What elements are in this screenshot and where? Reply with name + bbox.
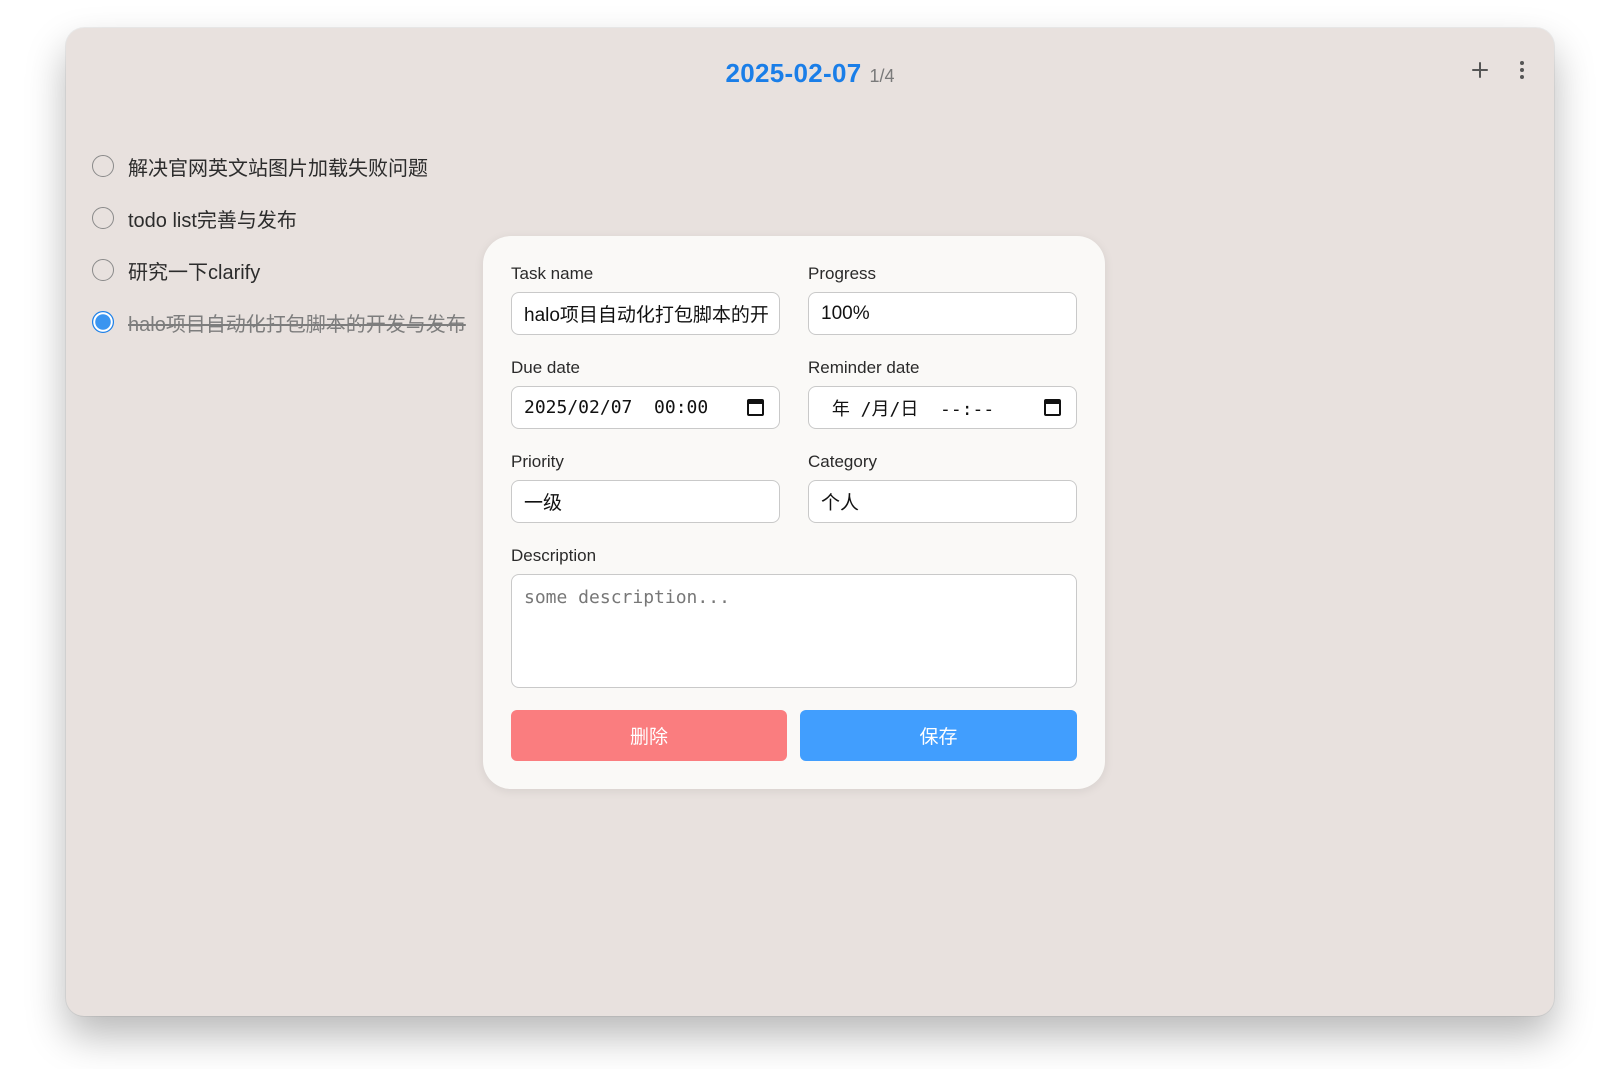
- task-checkbox-checked[interactable]: [92, 311, 114, 333]
- due-date-label: Due date: [511, 358, 580, 377]
- task-label[interactable]: 解决官网英文站图片加载失败问题: [128, 152, 428, 181]
- task-item[interactable]: 解决官网英文站图片加载失败问题: [92, 140, 466, 192]
- current-date[interactable]: 2025-02-07: [725, 58, 861, 89]
- due-date-input[interactable]: 2025/02/07 00:00: [511, 386, 780, 429]
- header-actions: [1468, 58, 1530, 82]
- task-count: 1/4: [869, 65, 895, 86]
- task-label[interactable]: 研究一下clarify: [128, 256, 260, 285]
- task-name-input[interactable]: halo项目自动化打包脚本的开: [511, 292, 780, 335]
- delete-button[interactable]: 删除: [511, 710, 787, 761]
- calendar-icon[interactable]: [1044, 399, 1061, 416]
- progress-label: Progress: [808, 264, 877, 283]
- more-vertical-icon[interactable]: [1514, 58, 1530, 82]
- task-checkbox[interactable]: [92, 259, 114, 281]
- task-label[interactable]: halo项目自动化打包脚本的开发与发布: [128, 308, 466, 337]
- task-editor-panel: Task name halo项目自动化打包脚本的开 Progress 100% …: [483, 236, 1105, 789]
- progress-input[interactable]: 100%: [808, 292, 1077, 335]
- task-name-label: Task name: [511, 264, 594, 283]
- task-item[interactable]: 研究一下clarify: [92, 244, 466, 296]
- task-item[interactable]: todo list完善与发布: [92, 192, 466, 244]
- task-item[interactable]: halo项目自动化打包脚本的开发与发布: [92, 296, 466, 348]
- reminder-date-value: 年 /月/日 --:--: [821, 398, 995, 420]
- task-checkbox[interactable]: [92, 155, 114, 177]
- calendar-icon[interactable]: [747, 399, 764, 416]
- app-window: 2025-02-07 1/4 解决官网英文站图片加载失败问题 todo list…: [66, 28, 1554, 1016]
- reminder-date-label: Reminder date: [808, 358, 920, 377]
- task-list: 解决官网英文站图片加载失败问题 todo list完善与发布 研究一下clari…: [92, 140, 466, 348]
- description-textarea[interactable]: some description...: [511, 574, 1077, 688]
- reminder-date-input[interactable]: 年 /月/日 --:--: [808, 386, 1077, 429]
- category-label: Category: [808, 452, 877, 471]
- priority-input[interactable]: 一级: [511, 480, 780, 523]
- task-checkbox[interactable]: [92, 207, 114, 229]
- save-button[interactable]: 保存: [800, 710, 1077, 761]
- category-input[interactable]: 个人: [808, 480, 1077, 523]
- header: 2025-02-07 1/4: [66, 28, 1554, 118]
- description-label: Description: [511, 546, 597, 565]
- add-icon[interactable]: [1468, 58, 1492, 82]
- due-date-value: 2025/02/07 00:00: [524, 397, 709, 418]
- priority-label: Priority: [511, 452, 564, 471]
- task-label[interactable]: todo list完善与发布: [128, 204, 297, 233]
